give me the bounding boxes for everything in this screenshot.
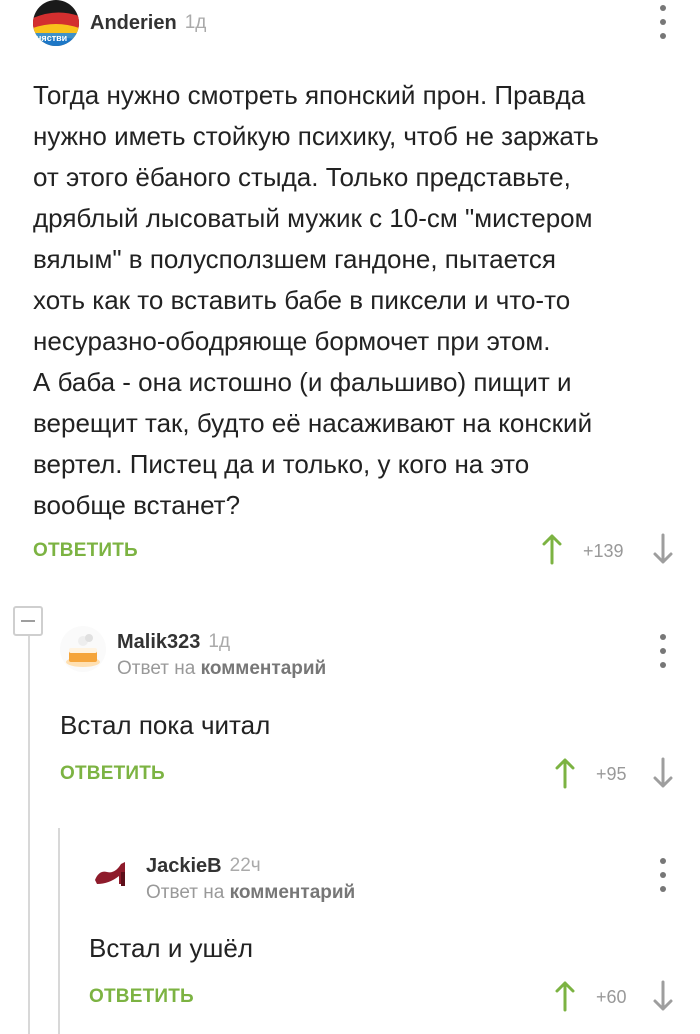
comment-jackieb: JackieB 22ч Ответ на комментарий Встал и… [0,0,700,1034]
rating-score: +60 [596,987,627,1007]
shoe-avatar-icon[interactable] [89,850,135,896]
downvote-arrow-icon[interactable] [651,980,675,1012]
comment-age: 22ч [229,855,261,876]
upvote-arrow-icon[interactable] [553,980,577,1012]
reply-button[interactable]: ОТВЕТИТЬ [89,986,194,1008]
comment-text: Встал и ушёл [89,933,254,963]
author-name[interactable]: JackieB [146,855,222,878]
reply-to-link[interactable]: Ответ на комментарий [146,882,355,904]
more-options-icon[interactable] [659,858,667,892]
